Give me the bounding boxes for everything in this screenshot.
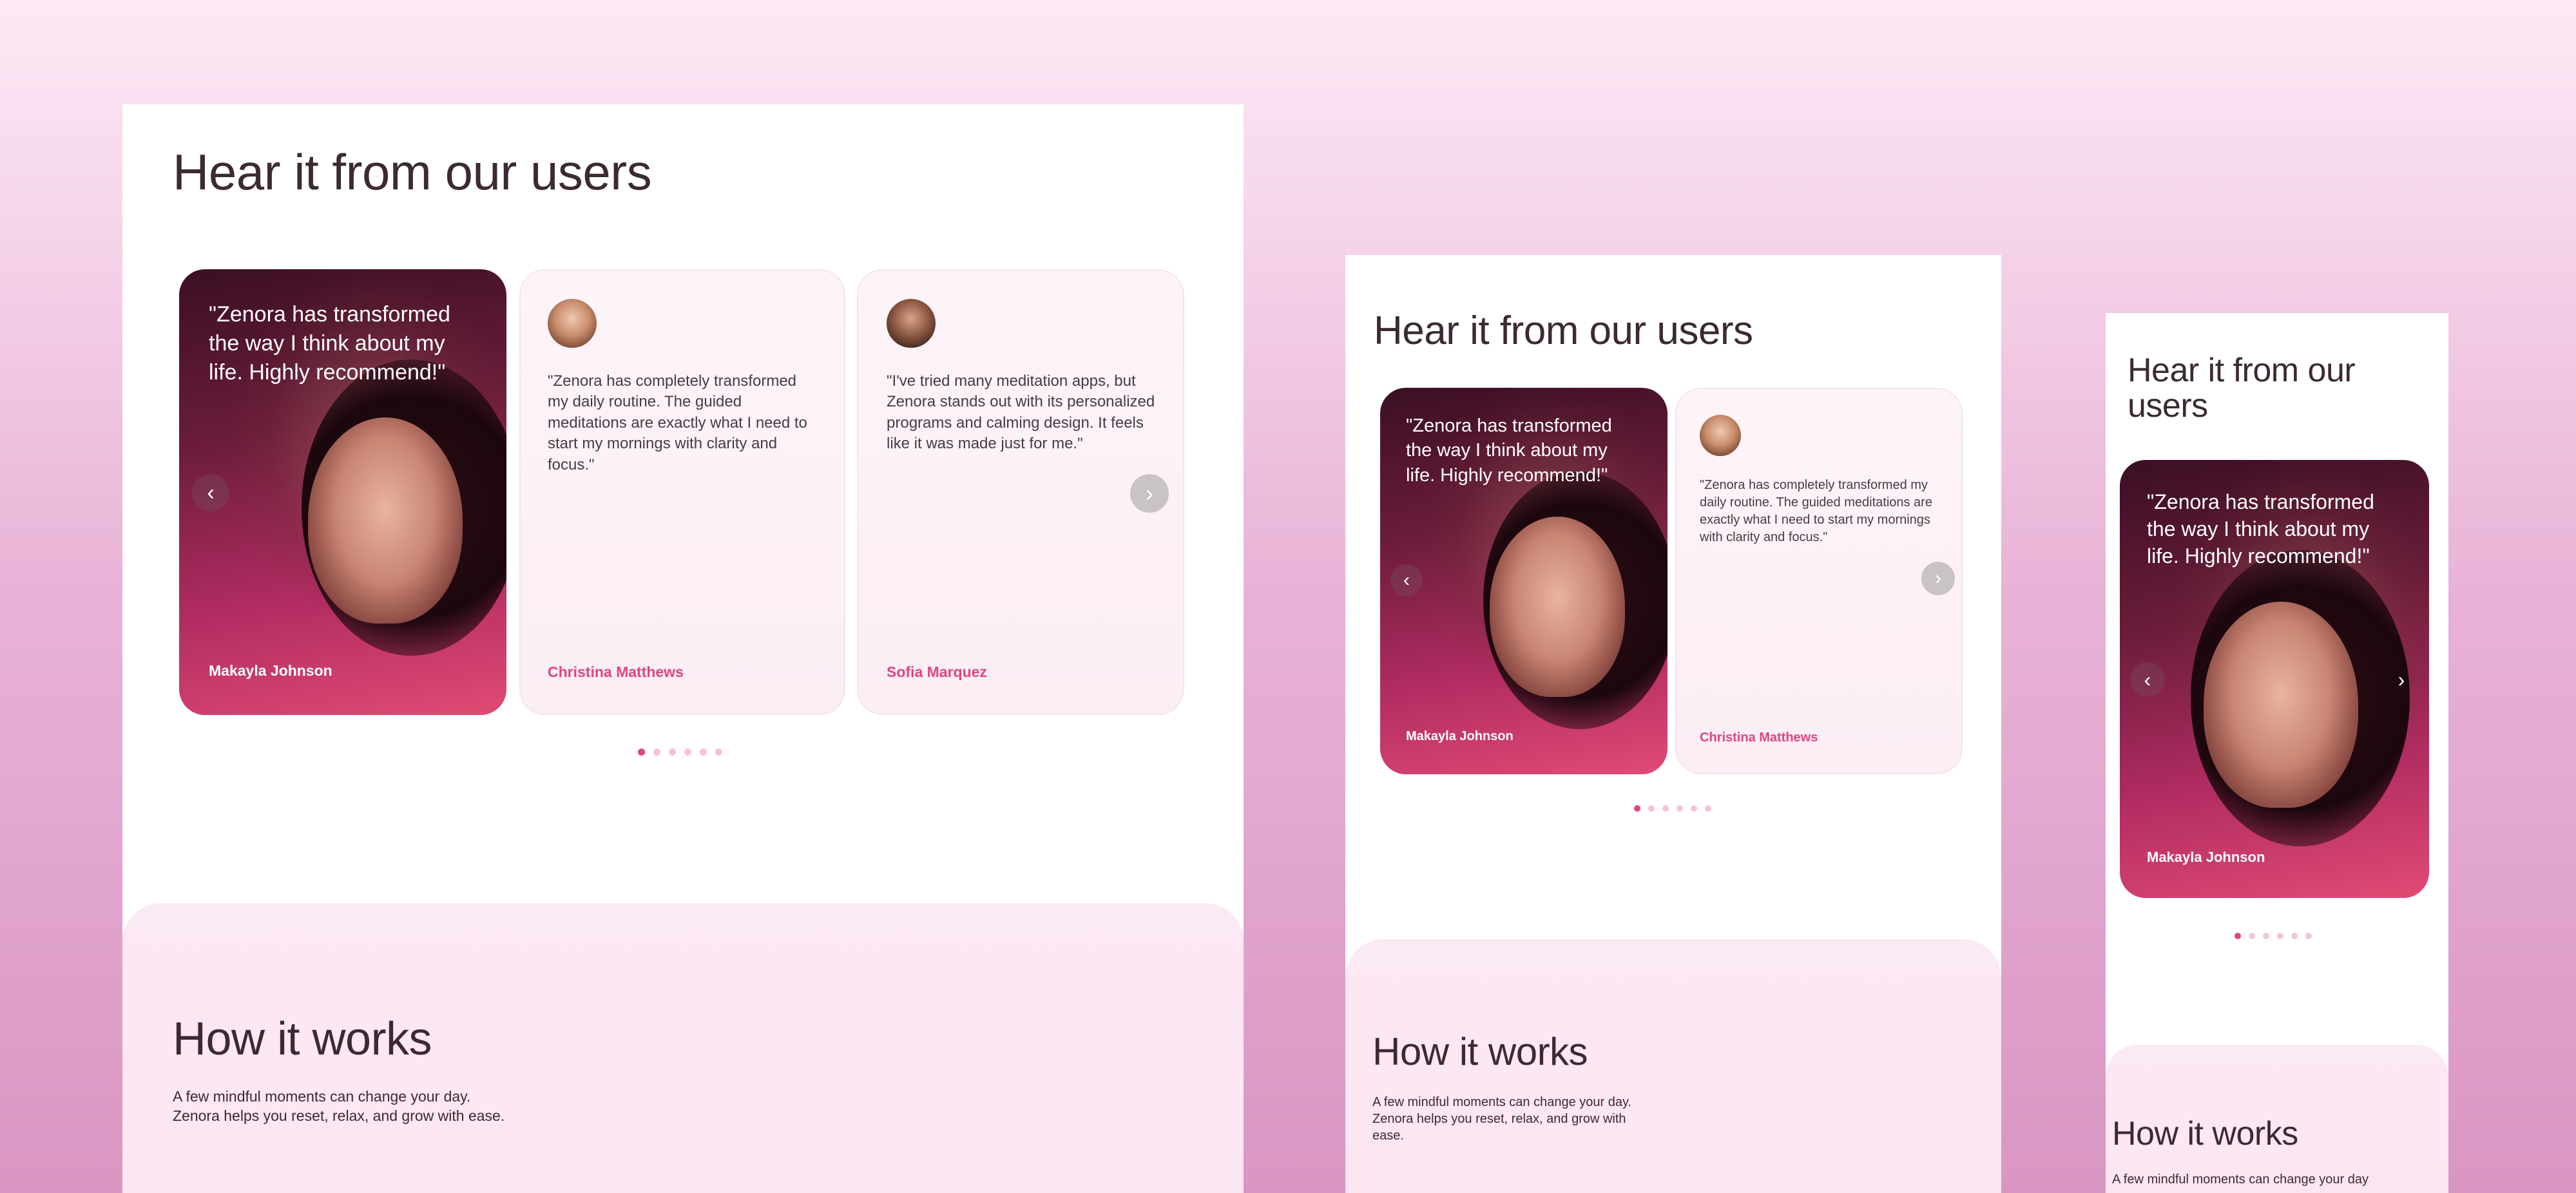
chevron-left-icon: ‹ (2144, 668, 2151, 691)
carousel-dot[interactable] (2249, 933, 2255, 939)
carousel-dot[interactable] (1677, 805, 1683, 812)
chevron-right-icon: › (1935, 568, 1941, 589)
testimonial-name: Christina Matthews (1700, 730, 1818, 745)
carousel-dot[interactable] (2263, 933, 2269, 939)
featured-name: Makayla Johnson (209, 662, 332, 679)
carousel-dot[interactable] (2277, 933, 2283, 939)
carousel-dot[interactable] (2291, 933, 2298, 939)
carousel-dot[interactable] (1662, 805, 1669, 812)
testimonial-card[interactable]: "Zenora has completely transformed my da… (519, 269, 845, 715)
carousel-dot[interactable] (700, 749, 707, 756)
how-it-works-heading: How it works (173, 1013, 432, 1065)
how-it-works-heading: How it works (2112, 1115, 2298, 1152)
chevron-right-icon: › (2398, 668, 2405, 691)
how-it-works-description: A few mindful moments can change your da… (2112, 1172, 2369, 1187)
carousel-dots (2235, 933, 2312, 939)
carousel-dot[interactable] (715, 749, 722, 756)
featured-name: Makayla Johnson (1406, 729, 1514, 743)
avatar (1700, 415, 1741, 456)
testimonial-name: Sofia Marquez (887, 663, 987, 680)
featured-quote: "Zenora has transformed the way I think … (2147, 490, 2374, 568)
carousel-dot[interactable] (653, 749, 660, 756)
how-it-works-section: How it works A few mindful moments can c… (2106, 1045, 2448, 1193)
testimonials-heading: Hear it from our users (2128, 352, 2356, 425)
how-it-works-description: A few mindful moments can change your da… (1372, 1095, 1632, 1143)
how-it-works-description: A few mindful moments can change your da… (173, 1088, 505, 1124)
testimonial-quote: "Zenora has completely transformed my da… (1700, 478, 1932, 544)
carousel-dot[interactable] (2305, 933, 2312, 939)
tablet-frame: Hear it from our users "Zenora has trans… (1345, 255, 2001, 1193)
carousel-dot[interactable] (1705, 805, 1711, 812)
avatar (887, 299, 936, 348)
next-button[interactable]: › (2384, 662, 2419, 697)
how-it-works-section: How it works A few mindful moments can c… (1345, 939, 2001, 1193)
desktop-frame: Hear it from our users "Zenora has trans… (122, 104, 1244, 1193)
testimonial-quote: "I've tried many meditation apps, but Ze… (887, 372, 1155, 453)
mobile-frame: Hear it from our users "Zenora has trans… (2106, 313, 2448, 1193)
carousel-dots (638, 749, 722, 756)
carousel-dot[interactable] (638, 749, 645, 756)
testimonials-heading: Hear it from our users (1374, 309, 1753, 353)
carousel-dot[interactable] (1691, 805, 1697, 812)
testimonial-card-featured[interactable]: "Zenora has transformed the way I think … (179, 269, 506, 715)
chevron-right-icon: › (1146, 480, 1153, 506)
carousel-dot[interactable] (684, 749, 691, 756)
next-button[interactable]: › (1921, 562, 1955, 595)
prev-button[interactable]: ‹ (2130, 662, 2165, 697)
avatar (548, 299, 597, 348)
testimonial-card[interactable]: "Zenora has completely transformed my da… (1675, 388, 1963, 774)
featured-quote: "Zenora has transformed the way I think … (209, 302, 450, 385)
carousel-dots (1634, 805, 1711, 812)
photo-face (308, 417, 463, 624)
how-it-works-section: How it works A few mindful moments can c… (122, 903, 1244, 1193)
photo-face (2204, 602, 2358, 808)
prev-button[interactable]: ‹ (1390, 564, 1423, 596)
testimonials-heading: Hear it from our users (173, 144, 652, 200)
carousel-dot[interactable] (1648, 805, 1655, 812)
carousel-dot[interactable] (669, 749, 676, 756)
prev-button[interactable]: ‹ (192, 474, 229, 511)
testimonial-quote: "Zenora has completely transformed my da… (548, 372, 807, 473)
next-button[interactable]: › (1130, 474, 1169, 513)
chevron-left-icon: ‹ (207, 481, 215, 505)
how-it-works-heading: How it works (1372, 1030, 1588, 1073)
chevron-left-icon: ‹ (1403, 569, 1410, 591)
testimonial-card-featured[interactable]: "Zenora has transformed the way I think … (2120, 460, 2429, 898)
carousel-dot[interactable] (1634, 805, 1640, 812)
featured-name: Makayla Johnson (2147, 849, 2265, 865)
carousel-dot[interactable] (2235, 933, 2241, 939)
featured-quote: "Zenora has transformed the way I think … (1406, 415, 1612, 486)
photo-face (1490, 517, 1625, 697)
testimonial-name: Christina Matthews (548, 663, 684, 680)
testimonial-card-featured[interactable]: "Zenora has transformed the way I think … (1380, 388, 1668, 774)
